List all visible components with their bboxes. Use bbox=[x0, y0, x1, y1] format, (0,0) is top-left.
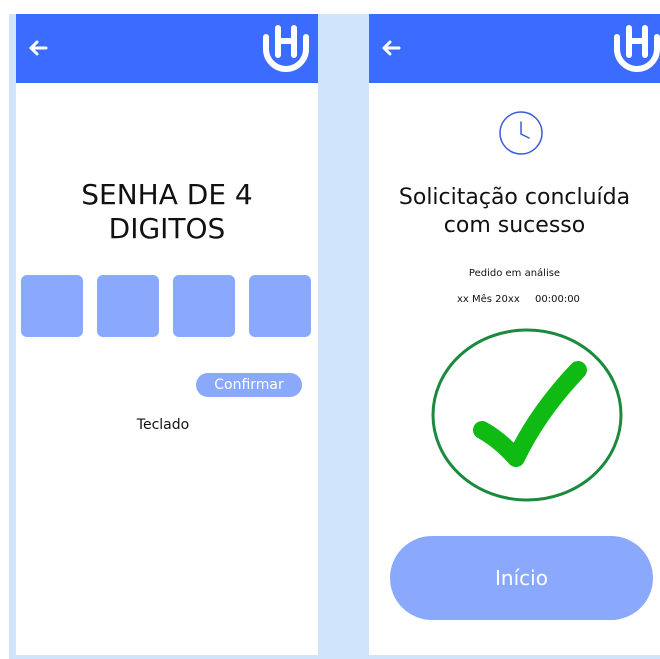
pin-screen: SENHA DE 4 DIGITOS Confirmar Teclado bbox=[16, 14, 318, 655]
top-bar bbox=[16, 14, 318, 83]
request-date: xx Mês 20xx bbox=[457, 294, 520, 305]
keyboard-label: Teclado bbox=[136, 417, 190, 433]
pin-digit-3[interactable] bbox=[173, 275, 235, 337]
background-strip-middle bbox=[318, 14, 369, 659]
back-arrow-icon[interactable] bbox=[26, 36, 50, 60]
status-text: Pedido em análise bbox=[468, 268, 561, 279]
home-button[interactable]: Início bbox=[390, 536, 653, 620]
confirm-button[interactable]: Confirmar bbox=[196, 373, 302, 397]
success-title: Solicitação concluída com sucesso bbox=[398, 185, 631, 238]
logo-icon bbox=[263, 25, 309, 72]
top-bar bbox=[369, 14, 660, 83]
pin-digit-4[interactable] bbox=[249, 275, 311, 337]
pin-digit-2[interactable] bbox=[97, 275, 159, 337]
success-check-icon bbox=[431, 328, 623, 502]
request-time: 00:00:00 bbox=[535, 294, 580, 305]
logo-icon bbox=[614, 25, 660, 72]
success-screen: Solicitação concluída com sucesso Pedido… bbox=[369, 14, 660, 655]
clock-icon bbox=[499, 111, 543, 155]
background-strip-bottom bbox=[9, 655, 660, 659]
background-strip-left bbox=[9, 14, 16, 659]
back-arrow-icon[interactable] bbox=[379, 36, 403, 60]
page-title: SENHA DE 4 DIGITOS bbox=[81, 178, 253, 245]
pin-digit-1[interactable] bbox=[21, 275, 83, 337]
